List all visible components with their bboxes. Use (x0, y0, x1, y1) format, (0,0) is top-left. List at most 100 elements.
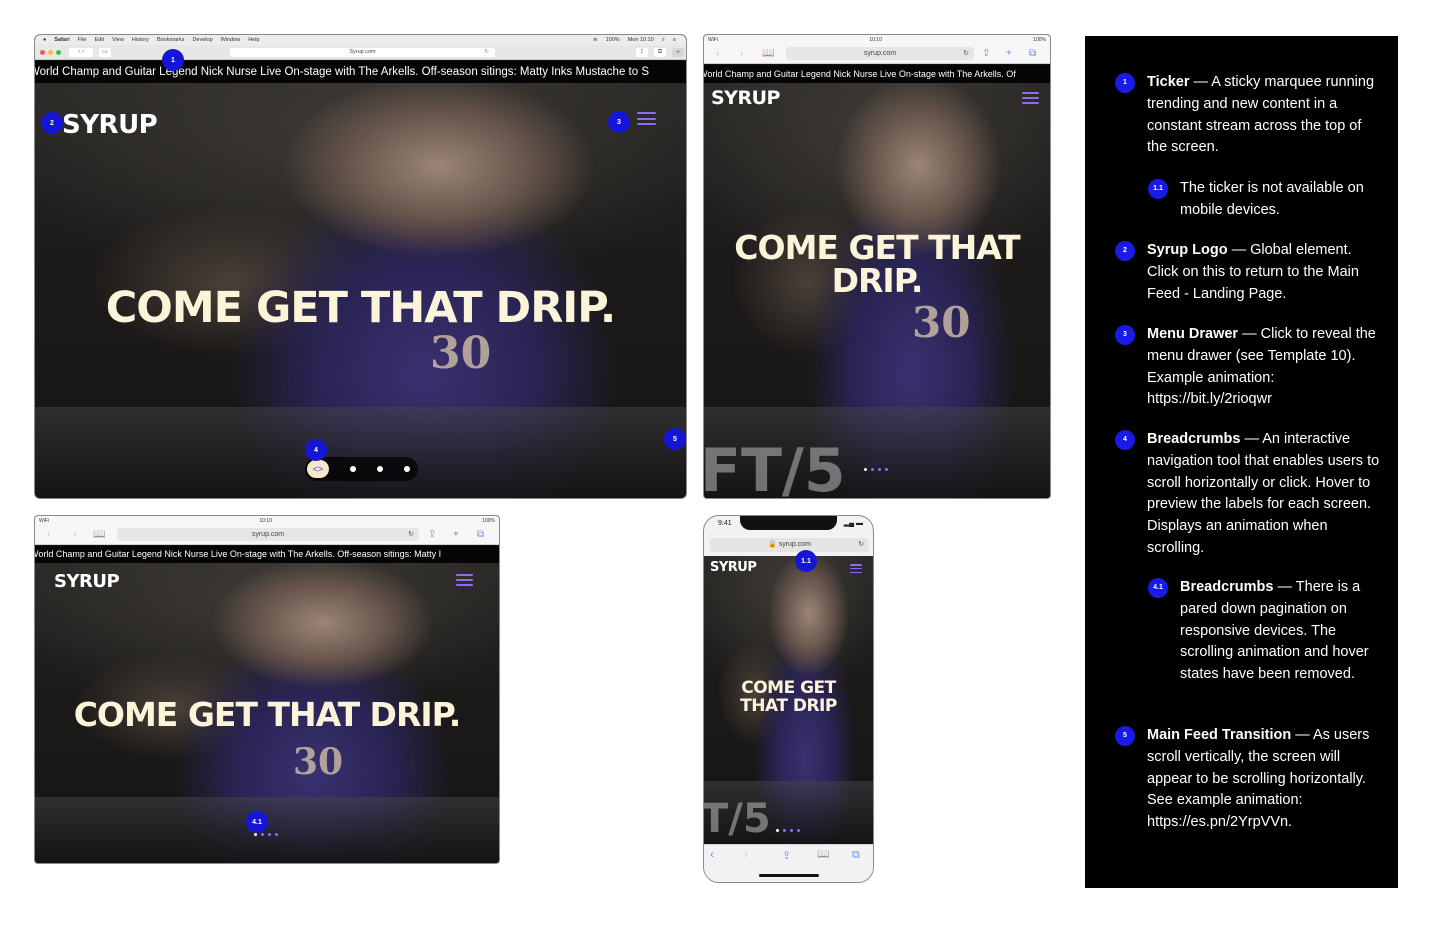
address-bar[interactable]: syrup.com ↻ (117, 528, 419, 541)
callout-badge-1-1: 1.1 (795, 550, 817, 572)
menu-history[interactable]: History (132, 37, 149, 43)
note-title: Menu Drawer (1147, 326, 1239, 342)
address-bar[interactable]: 🔒 syrup.com ↻ (710, 538, 869, 552)
menu-view[interactable]: View (112, 37, 124, 43)
back-icon[interactable]: ‹ (716, 44, 719, 64)
pagination-dot[interactable] (864, 468, 867, 471)
tabs-icon[interactable]: ⧉ (477, 525, 484, 545)
breadcrumbs[interactable]: <> (305, 457, 418, 481)
address-text: Syrup.com (349, 49, 376, 55)
share-icon[interactable]: ⇪ (636, 48, 648, 57)
pagination-dot[interactable] (268, 833, 271, 836)
syrup-logo[interactable]: SYRUP (62, 110, 158, 140)
close-window-button[interactable] (40, 50, 45, 55)
ticker[interactable]: World Champ and Guitar Legend Nick Nurse… (35, 61, 686, 83)
bookmarks-icon[interactable]: 📖 (817, 849, 829, 860)
pagination-dots[interactable] (776, 829, 800, 832)
note-badge: 4.1 (1148, 578, 1168, 598)
callout-badge-5: 5 (664, 428, 686, 450)
breadcrumb-dot[interactable] (404, 466, 410, 472)
new-tab-icon[interactable]: + (1006, 44, 1012, 64)
callout-badge-3: 3 (608, 111, 630, 133)
ticker[interactable]: World Champ and Guitar Legend Nick Nurse… (704, 65, 1050, 83)
forward-icon[interactable]: › (740, 44, 743, 64)
forward-icon[interactable]: › (744, 847, 748, 861)
syrup-logo[interactable]: SYRUP (711, 87, 780, 109)
callout-badge-2: 2 (41, 112, 63, 134)
share-icon[interactable]: ⇪ (782, 849, 791, 862)
reload-icon[interactable]: ↻ (408, 528, 414, 541)
tablet-status-bar: WiFi 10:10 100% (704, 35, 1050, 44)
note-syrup-logo: 2 Syrup Logo — Global element. Click on … (1115, 240, 1383, 305)
share-icon[interactable]: ⇪ (428, 525, 436, 545)
tabs-icon[interactable]: ⧉ (852, 849, 860, 862)
pagination-dot[interactable] (878, 468, 881, 471)
pagination-dot[interactable] (790, 829, 793, 832)
tablet-safari-bar: ‹ › 📖 syrup.com ↻ ⇪ + ⧉ (704, 44, 1050, 64)
pagination-dot[interactable] (261, 833, 264, 836)
reload-icon[interactable]: ↻ (484, 48, 489, 57)
breadcrumb-dot[interactable] (350, 466, 356, 472)
callout-badge-4: 4 (305, 439, 327, 461)
note-text: — An interactive navigation tool that en… (1147, 431, 1380, 556)
reload-icon[interactable]: ↻ (858, 538, 864, 552)
home-indicator (759, 874, 819, 877)
address-bar[interactable]: Syrup.com ↻ (230, 48, 495, 57)
annotation-panel: 1 Ticker — A sticky marquee running tren… (1085, 36, 1398, 888)
apple-icon: ● (43, 37, 47, 43)
note-text: The ticker is not available on mobile de… (1180, 180, 1364, 218)
tablet-safari-bar: ‹ › 📖 syrup.com ↻ ⇪ + ⧉ (35, 525, 499, 545)
back-icon[interactable]: ‹ (47, 525, 50, 545)
menu-drawer-icon[interactable] (637, 112, 656, 125)
minimize-window-button[interactable] (48, 50, 53, 55)
bookmarks-icon[interactable]: 📖 (762, 44, 774, 64)
share-icon[interactable]: ⇪ (982, 44, 990, 64)
pagination-dot[interactable] (871, 468, 874, 471)
menu-drawer-icon[interactable] (456, 574, 473, 586)
hero-headline-line2: THAT DRIP (740, 696, 837, 716)
address-bar[interactable]: syrup.com ↻ (786, 47, 974, 60)
pagination-dot[interactable] (885, 468, 888, 471)
forward-icon[interactable]: › (73, 525, 76, 545)
ticker-text: World Champ and Guitar Legend Nick Nurse… (35, 549, 442, 559)
zoom-window-button[interactable] (56, 50, 61, 55)
menu-develop[interactable]: Develop (192, 37, 212, 43)
pagination-dot[interactable] (275, 833, 278, 836)
sidebar-toggle-icon[interactable]: ▭ (99, 48, 111, 57)
note-breadcrumbs-responsive: 4.1 Breadcrumbs — There is a pared down … (1148, 577, 1382, 686)
pagination-dots[interactable] (864, 468, 888, 471)
back-forward-buttons[interactable]: ‹ › (69, 48, 93, 57)
pagination-dot[interactable] (776, 829, 779, 832)
syrup-logo[interactable]: SYRUP (710, 560, 757, 575)
breadcrumb-dot[interactable] (377, 466, 383, 472)
menu-window[interactable]: Window (221, 37, 241, 43)
pagination-dot[interactable] (797, 829, 800, 832)
reload-icon[interactable]: ↻ (963, 47, 969, 60)
pagination-dot[interactable] (254, 833, 257, 836)
menu-file[interactable]: File (78, 37, 87, 43)
syrup-logo[interactable]: SYRUP (54, 571, 120, 592)
pagination-dot[interactable] (783, 829, 786, 832)
breadcrumb-arrows-icon[interactable]: <> (307, 460, 329, 478)
pagination-dots[interactable] (254, 833, 278, 836)
menu-drawer-icon[interactable] (850, 564, 862, 573)
tabs-icon[interactable]: ⧉ (1029, 44, 1036, 64)
menu-help[interactable]: Help (248, 37, 259, 43)
tabs-icon[interactable]: ⧉ (654, 48, 666, 57)
note-title: Breadcrumbs (1147, 431, 1241, 447)
callout-badge-1: 1 (162, 49, 184, 71)
arena-sign: T/5 (704, 796, 771, 842)
note-ticker-mobile: 1.1 The ticker is not available on mobil… (1148, 178, 1380, 222)
menu-bookmarks[interactable]: Bookmarks (157, 37, 185, 43)
menu-safari[interactable]: Safari (54, 37, 69, 43)
spotlight-icon[interactable]: ⌕ (662, 37, 665, 44)
menu-edit[interactable]: Edit (95, 37, 104, 43)
new-tab-icon[interactable]: + (453, 525, 459, 545)
new-tab-button[interactable]: + (672, 48, 684, 57)
ticker[interactable]: World Champ and Guitar Legend Nick Nurse… (35, 546, 499, 563)
back-icon[interactable]: ‹ (710, 847, 714, 861)
bookmarks-icon[interactable]: 📖 (93, 525, 105, 545)
menu-drawer-icon[interactable] (1022, 92, 1039, 104)
menu-list-icon[interactable]: ≡ (673, 37, 676, 44)
hero-image: T/5 SYRUP COME GET THAT DRIP (704, 556, 873, 844)
